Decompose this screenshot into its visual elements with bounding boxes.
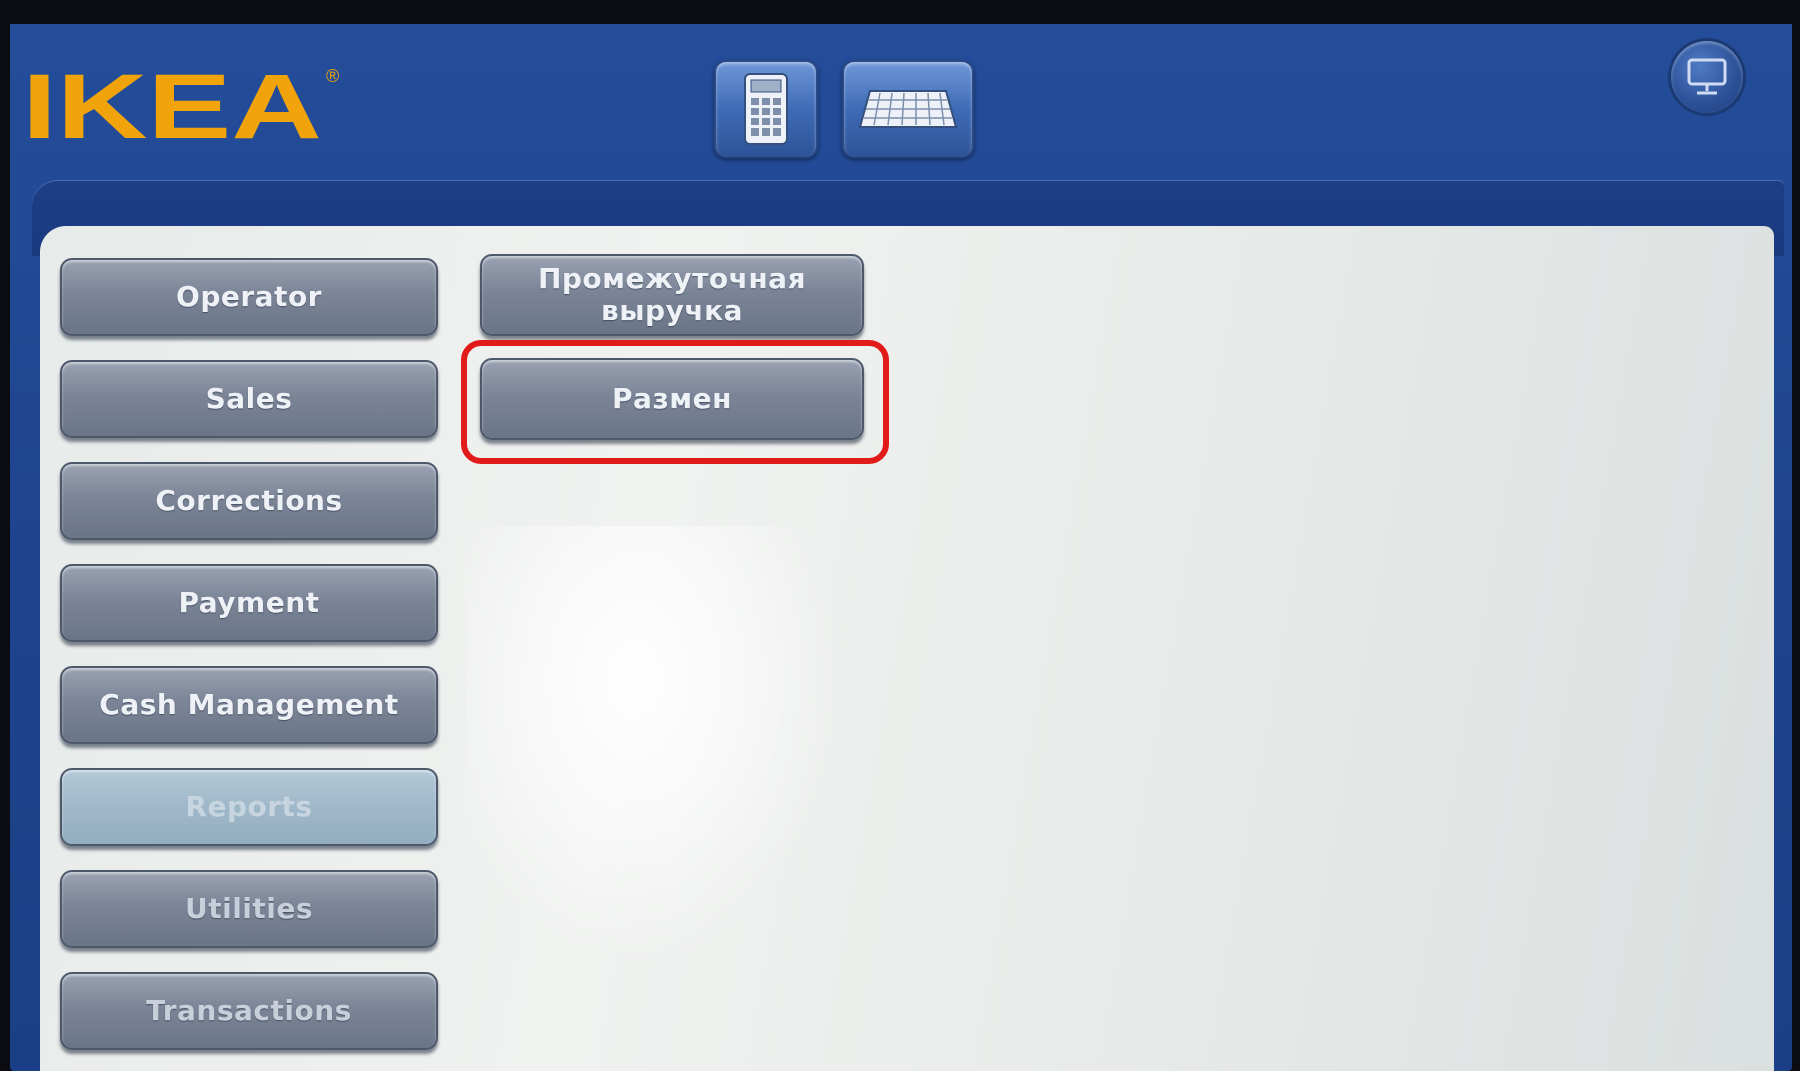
sidebar-item-transactions[interactable]: Transactions (60, 972, 438, 1050)
red-highlight-frame (461, 340, 889, 464)
keyboard-icon (858, 90, 958, 128)
sidebar-item-operator[interactable]: Operator (60, 258, 438, 336)
sidebar-item-label: Corrections (155, 483, 343, 517)
ikea-logo-graphic: IKEA ® (22, 64, 339, 154)
sidebar-item-reports[interactable]: Reports (60, 768, 438, 846)
calculator-button[interactable] (714, 60, 818, 158)
ikea-logo: IKEA ® (22, 64, 347, 154)
sidebar-item-sales[interactable]: Sales (60, 360, 438, 438)
registered-mark: ® (326, 66, 339, 86)
sidebar-item-payment[interactable]: Payment (60, 564, 438, 642)
sidebar-item-utilities[interactable]: Utilities (60, 870, 438, 948)
sidebar-item-label: Sales (205, 381, 293, 415)
sidebar-item-label: Operator (176, 279, 322, 313)
screen-bezel (10, 12, 1792, 24)
sidebar-item-label: Transactions (146, 993, 352, 1027)
interim-revenue-label-line2: выручка (601, 294, 743, 327)
screen-glare (465, 526, 845, 966)
interim-revenue-button[interactable]: Промежуточная выручка (480, 254, 864, 336)
calculator-icon (744, 73, 788, 145)
monitor-icon (1687, 58, 1727, 95)
sidebar-item-label: Cash Management (99, 687, 399, 721)
ikea-logo-text: IKEA (22, 64, 322, 154)
sidebar-item-corrections[interactable]: Corrections (60, 462, 438, 540)
sidebar-item-label: Utilities (184, 891, 314, 925)
sidebar-item-label: Reports (185, 789, 313, 823)
interim-revenue-label-line1: Промежуточная (537, 261, 807, 295)
monitor-button[interactable] (1668, 38, 1746, 116)
sidebar-item-label: Payment (178, 585, 320, 619)
sidebar-item-cash-management[interactable]: Cash Management (60, 666, 438, 744)
keyboard-button[interactable] (842, 60, 974, 158)
